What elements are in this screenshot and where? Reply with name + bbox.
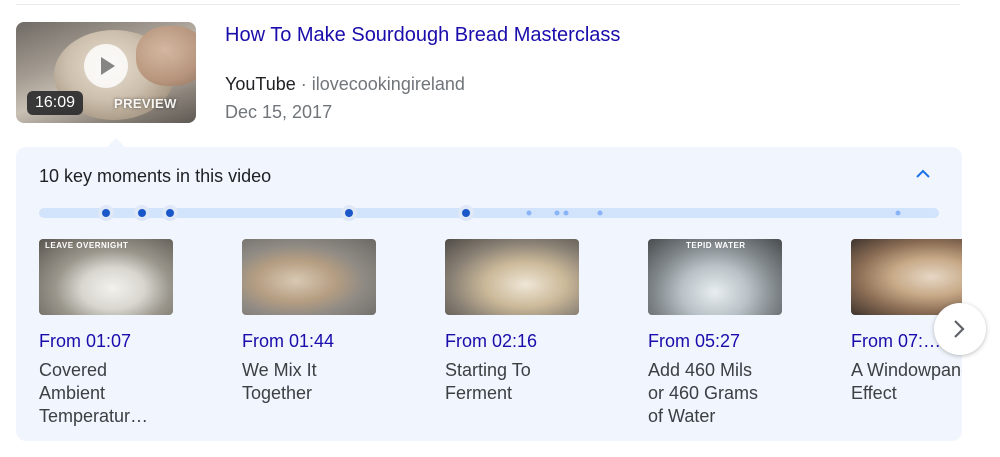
key-moment-time: From 05:27: [648, 331, 741, 351]
timeline-marker[interactable]: [526, 210, 532, 216]
video-source: YouTube · ilovecookingireland: [225, 73, 465, 95]
timeline-marker[interactable]: [134, 205, 150, 221]
video-thumbnail[interactable]: 16:09 PREVIEW: [16, 22, 196, 123]
timeline-marker[interactable]: [895, 210, 901, 216]
duration-badge: 16:09: [27, 91, 84, 115]
key-moment-card[interactable]: LEAVE OVERNIGHT From 01:07 Covered Ambie…: [39, 239, 174, 428]
key-moment-label: Add 460 Mils or 460 Grams of Water: [648, 360, 759, 426]
key-moments-carousel: LEAVE OVERNIGHT From 01:07 Covered Ambie…: [39, 239, 962, 439]
key-moment-label: A Windowpane Effect: [851, 360, 962, 403]
carousel-next-button[interactable]: [934, 303, 986, 355]
key-moment-time: From 02:16: [445, 331, 538, 351]
video-title-link[interactable]: How To Make Sourdough Bread Masterclass: [225, 22, 620, 48]
key-moment-time: From 01:07: [39, 331, 132, 351]
video-date: Dec 15, 2017: [225, 102, 333, 122]
timeline-marker[interactable]: [458, 205, 474, 221]
timeline-marker[interactable]: [597, 210, 603, 216]
key-moment-thumbnail: TEPID WATER: [648, 239, 782, 315]
timeline-marker[interactable]: [563, 210, 569, 216]
key-moments-heading: 10 key moments in this video: [39, 166, 272, 186]
key-moment-thumbnail: [851, 239, 962, 315]
key-moment-card[interactable]: TEPID WATER From 05:27 Add 460 Mils or 4…: [648, 239, 783, 428]
key-moment-thumbnail: [445, 239, 579, 315]
key-moment-label: Covered Ambient Temperatur…: [39, 360, 149, 426]
key-moment-card[interactable]: From 01:44 We Mix It Together: [242, 239, 377, 405]
timeline-marker[interactable]: [554, 210, 560, 216]
key-moment-time: From 01:44: [242, 331, 335, 351]
top-divider: [16, 4, 960, 5]
key-moments-panel: 10 key moments in this video LEAVE OVERN…: [16, 147, 962, 441]
key-moment-thumbnail: [242, 239, 376, 315]
key-moment-card[interactable]: From 02:16 Starting To Ferment: [445, 239, 580, 405]
source-separator: ·: [300, 74, 307, 94]
key-moment-label: Starting To Ferment: [445, 360, 531, 403]
timeline-track[interactable]: [39, 205, 939, 221]
thumbnail-caption: TEPID WATER: [686, 241, 746, 250]
key-moment-label: We Mix It Together: [242, 360, 317, 403]
thumbnail-caption: LEAVE OVERNIGHT: [45, 241, 129, 250]
chevron-up-icon[interactable]: [911, 165, 935, 189]
source-channel: ilovecookingireland: [311, 74, 465, 94]
source-site: YouTube: [225, 74, 296, 94]
timeline-marker[interactable]: [162, 205, 178, 221]
timeline-marker[interactable]: [341, 205, 357, 221]
key-moment-thumbnail: LEAVE OVERNIGHT: [39, 239, 173, 315]
preview-label: PREVIEW: [114, 96, 177, 111]
thumbnail-hand: [136, 26, 196, 86]
play-icon[interactable]: [84, 44, 128, 88]
timeline-marker[interactable]: [98, 205, 114, 221]
chevron-right-icon: [954, 320, 965, 338]
